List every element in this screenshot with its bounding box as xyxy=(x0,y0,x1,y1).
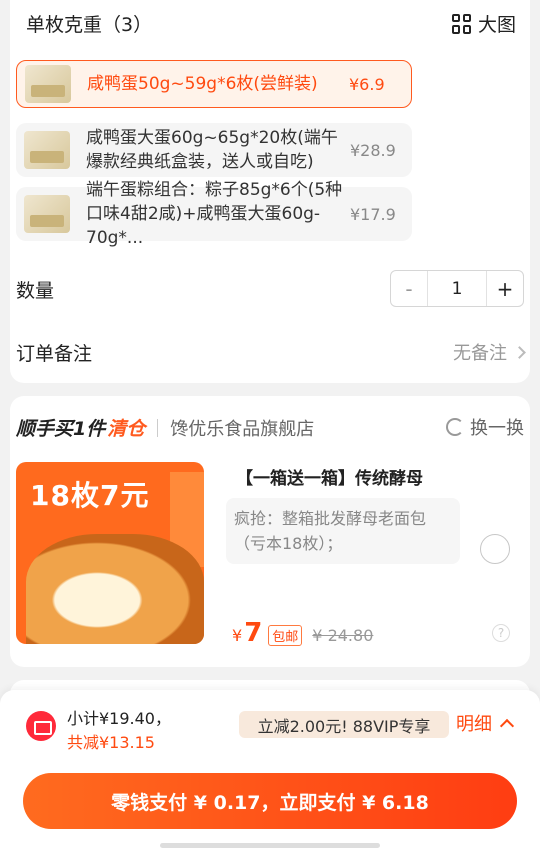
bigview-label: 大图 xyxy=(477,14,516,36)
price-value: 7 xyxy=(244,618,263,648)
help-icon[interactable]: ? xyxy=(492,624,510,642)
option-thumbnail xyxy=(25,65,71,103)
coupon-icon xyxy=(26,711,56,741)
option-name: 咸鸭蛋50g~59g*6枚(尝鲜装) xyxy=(87,74,318,94)
addon-header: 顺手买1件 清仓 馋优乐食品旗舰店 xyxy=(16,414,314,441)
spec-option-2[interactable]: 咸鸭蛋大蛋60g~65g*20枚(端午爆款经典纸盒装，送人或自吃) ¥28.9 xyxy=(16,123,412,177)
product-desc: 疯抢：整箱批发酵母老面包（亏本18枚）； xyxy=(226,498,460,564)
shop-name[interactable]: 馋优乐食品旗舰店 xyxy=(170,415,314,441)
vip-discount-badge: 立减2.00元! 88VIP专享 xyxy=(239,711,449,738)
pay-button[interactable]: 零钱支付 ¥ 0.17，立即支付 ¥ 6.18 xyxy=(23,773,517,829)
swap-label: 换一换 xyxy=(470,418,524,439)
plus-button[interactable]: + xyxy=(487,277,523,301)
option-price: ¥17.9 xyxy=(350,204,396,224)
subtotal: 小计¥19.40， xyxy=(67,709,171,728)
product-price: ¥ 7 包邮 ¥ 24.80 xyxy=(232,618,373,648)
free-shipping-badge: 包邮 xyxy=(268,625,303,646)
bread-picture xyxy=(26,534,204,644)
addon-clearance: 清仓 xyxy=(107,418,146,440)
option-price: ¥6.9 xyxy=(349,74,385,94)
spec-option-3[interactable]: 端午蛋粽组合：粽子85g*6个(5种口味4甜2咸)+咸鸭蛋大蛋60g-70g*.… xyxy=(16,180,412,248)
remark-button[interactable]: 无备注 xyxy=(453,339,526,365)
detail-button[interactable]: 明细 xyxy=(456,710,515,736)
remark-value: 无备注 xyxy=(453,343,507,364)
swap-button[interactable]: 换一换 xyxy=(446,414,524,440)
option-name: 咸鸭蛋大蛋60g~65g*20枚(端午爆款经典纸盒装，送人或自吃) xyxy=(86,128,338,172)
currency-symbol: ¥ xyxy=(232,626,243,645)
product-image[interactable]: 18枚7元 xyxy=(16,462,204,644)
bigview-button[interactable]: 大图 xyxy=(451,10,516,37)
product-title[interactable]: 【一箱送一箱】传统酵母 xyxy=(236,464,423,489)
total-discount: 共减¥13.15 xyxy=(67,733,155,752)
spec-option-1[interactable]: 咸鸭蛋50g~59g*6枚(尝鲜装) ¥6.9 xyxy=(16,60,412,108)
grid-icon xyxy=(451,13,472,34)
option-thumbnail xyxy=(24,131,70,169)
product-image-banner: 18枚7元 xyxy=(30,479,150,512)
original-price: ¥ 24.80 xyxy=(312,626,374,645)
home-indicator xyxy=(160,843,380,848)
option-name: 端午蛋粽组合：粽子85g*6个(5种口味4甜2咸)+咸鸭蛋大蛋60g-70g*.… xyxy=(86,180,343,248)
divider xyxy=(157,418,159,437)
addon-title: 顺手买1件 xyxy=(16,418,106,440)
remark-label: 订单备注 xyxy=(16,343,93,365)
quantity-input[interactable]: 1 xyxy=(427,271,487,306)
spec-title: 单枚克重（3） xyxy=(26,14,153,36)
option-price: ¥28.9 xyxy=(350,140,396,160)
minus-button[interactable]: - xyxy=(391,277,427,301)
refresh-icon xyxy=(446,418,464,436)
select-radio[interactable] xyxy=(480,534,510,564)
chevron-right-icon xyxy=(513,345,526,359)
chevron-up-icon xyxy=(499,718,515,734)
detail-label: 明细 xyxy=(456,714,492,735)
quantity-stepper: - 1 + xyxy=(390,270,524,307)
option-thumbnail xyxy=(24,195,70,233)
quantity-label: 数量 xyxy=(16,280,55,302)
